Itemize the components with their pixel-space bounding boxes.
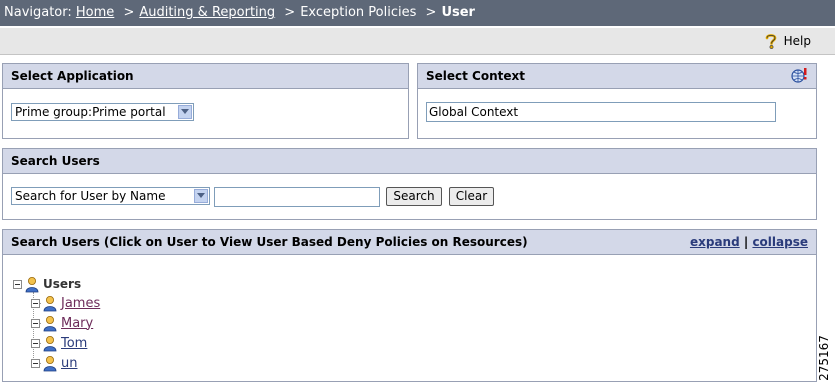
user-link[interactable]: James [61,296,100,311]
panel-title: Select Application [3,64,408,89]
collapse-link[interactable]: collapse [752,235,808,249]
breadcrumb-exception-policies: Exception Policies [300,5,417,20]
tree-controls: expand | collapse [690,230,808,254]
tree-controls-divider: | [743,235,749,249]
collapse-toggle-icon[interactable] [31,358,40,368]
figure-id: 275167 [817,334,831,382]
search-type-value: Search for User by Name [15,189,166,203]
user-icon [43,315,57,331]
search-results-panel: Search Users (Click on User to View User… [2,229,817,382]
toolbar: Help [0,28,835,55]
breadcrumb-current: User [441,5,475,20]
tree-node[interactable]: un [31,354,77,372]
tree-node[interactable]: James [31,294,100,312]
application-select[interactable]: Prime group:Prime portal [11,103,194,121]
panel-title: Search Users (Click on User to View User… [3,230,816,255]
user-icon [43,295,57,311]
user-link[interactable]: un [61,356,77,371]
breadcrumb-separator: > [425,5,437,20]
search-input[interactable] [214,187,380,207]
expand-link[interactable]: expand [690,235,740,249]
panel-title-text: Select Context [426,69,526,83]
panel-title: Search Users [3,149,816,174]
search-users-panel: Search Users Search for User by Name Sea… [2,148,817,220]
search-button[interactable]: Search [386,187,442,206]
navigator-bar: Navigator: Home > Auditing & Reporting > E… [0,0,835,26]
context-field[interactable]: Global Context [426,102,776,122]
search-type-select[interactable]: Search for User by Name [11,187,210,205]
panel-title: Select Context [418,64,816,89]
clear-button[interactable]: Clear [449,187,494,206]
chevron-down-icon [194,189,208,203]
figure-id-text: 275167 [817,335,831,381]
breadcrumb-auditing-reporting[interactable]: Auditing & Reporting [139,5,275,20]
question-mark-icon [765,34,776,49]
user-link[interactable]: Mary [61,316,93,331]
select-context-panel: Select Context Global Context [417,63,817,139]
application-select-value: Prime group:Prime portal [15,105,166,119]
panel-title-text: Search Users (Click on User to View User… [11,235,528,249]
help-button[interactable]: Help [764,33,811,49]
collapse-toggle-icon[interactable] [31,298,40,308]
select-application-panel: Select Application Prime group:Prime por… [2,63,409,139]
chevron-down-icon [178,105,192,119]
breadcrumb-home[interactable]: Home [76,5,114,20]
user-icon [43,355,57,371]
tree-root-label: Users [43,277,82,291]
user-icon [25,276,39,292]
globe-alert-icon[interactable] [791,67,808,84]
tree-node[interactable]: Mary [31,314,93,332]
navigator-label: Navigator: [4,5,72,20]
collapse-toggle-icon[interactable] [31,318,40,328]
collapse-toggle-icon[interactable] [13,279,22,289]
breadcrumb-separator: > [284,5,296,20]
help-label: Help [783,34,811,48]
user-link[interactable]: Tom [61,336,87,351]
breadcrumb-separator: > [123,5,135,20]
user-icon [43,335,57,351]
collapse-toggle-icon[interactable] [31,338,40,348]
tree-root[interactable]: Users [13,275,81,293]
tree-node[interactable]: Tom [31,334,87,352]
